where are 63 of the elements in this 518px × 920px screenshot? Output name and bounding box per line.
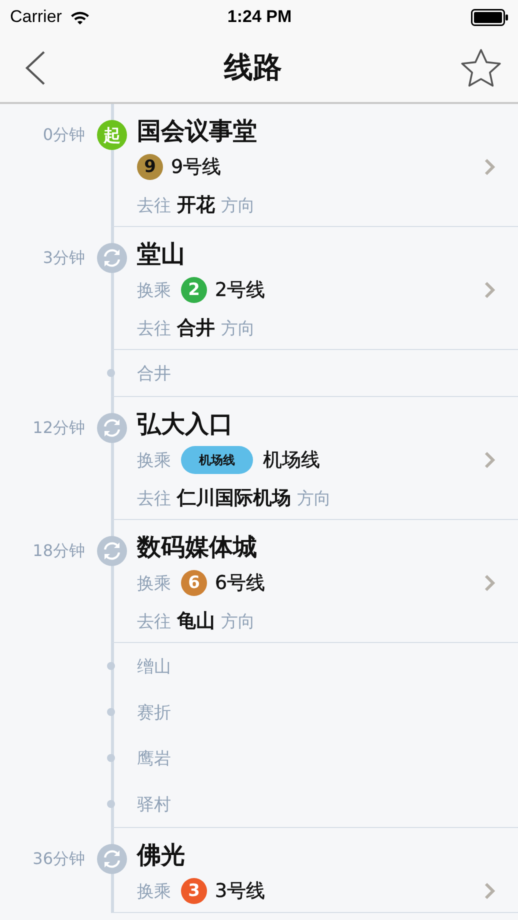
station-name: 堂山 (137, 239, 185, 270)
stop-name: 合井 (137, 362, 171, 384)
stop-name: 赛折 (137, 702, 171, 724)
line-badge: 2 (181, 277, 207, 303)
stop-dot (107, 754, 115, 762)
travel-time: 18分钟 (32, 540, 85, 562)
line-badge: 3 (181, 878, 207, 904)
chevron-icon[interactable] (484, 281, 496, 299)
transfer-label: 换乘 (137, 880, 171, 902)
line-badge: 9 (137, 154, 163, 180)
station-name: 佛光 (137, 840, 185, 871)
station-name: 数码媒体城 (137, 532, 257, 563)
station-name: 国会议事堂 (137, 116, 257, 147)
carrier-name: Carrier (10, 7, 62, 27)
direction-station: 仁川国际机场 (177, 486, 291, 511)
direction-station: 龟山 (177, 609, 215, 634)
travel-time: 3分钟 (42, 247, 85, 269)
stop-dot (107, 708, 115, 716)
transfer-icon (97, 243, 127, 273)
direction-station: 开花 (177, 193, 215, 218)
direction-prefix: 去往 (137, 194, 171, 216)
stop-name: 驿村 (137, 794, 171, 816)
direction-station: 合井 (177, 316, 215, 341)
direction-suffix: 方向 (221, 318, 255, 340)
line-badge: 机场线 (181, 446, 253, 474)
travel-time: 36分钟 (32, 848, 85, 870)
direction-suffix: 方向 (221, 194, 255, 216)
transfer-icon (97, 536, 127, 566)
travel-time: 0分钟 (42, 124, 85, 146)
stop-dot (107, 800, 115, 808)
line-badge: 6 (181, 570, 207, 596)
direction-prefix: 去往 (137, 318, 171, 340)
travel-time: 12分钟 (32, 417, 85, 439)
transfer-icon (97, 413, 127, 443)
transfer-icon (97, 844, 127, 874)
chevron-icon[interactable] (484, 451, 496, 469)
direction-suffix: 方向 (297, 488, 331, 510)
stop-name: 鹰岩 (137, 748, 171, 770)
star-icon[interactable] (460, 48, 502, 88)
chevron-icon[interactable] (484, 574, 496, 592)
status-time: 1:24 PM (227, 7, 292, 27)
direction-prefix: 去往 (137, 488, 171, 510)
battery-icon (471, 8, 509, 26)
transfer-label: 换乘 (137, 280, 171, 302)
stop-name: 缯山 (137, 656, 171, 678)
stop-dot (107, 369, 115, 377)
chevron-icon[interactable] (484, 158, 496, 176)
direction-prefix: 去往 (137, 610, 171, 632)
line-name: 6号线 (215, 571, 266, 596)
page-title: 线路 (224, 49, 282, 86)
wifi-icon (70, 10, 90, 24)
line-name: 9号线 (171, 155, 222, 180)
line-name: 机场线 (263, 448, 320, 473)
line-name: 2号线 (215, 278, 266, 303)
back-icon[interactable] (24, 50, 46, 86)
start-marker: 起 (97, 120, 127, 150)
chevron-icon[interactable] (484, 882, 496, 900)
transfer-label: 换乘 (137, 450, 171, 472)
direction-suffix: 方向 (221, 610, 255, 632)
line-name: 3号线 (215, 879, 266, 904)
stop-dot (107, 662, 115, 670)
station-name: 弘大入口 (137, 409, 233, 440)
transfer-label: 换乘 (137, 572, 171, 594)
